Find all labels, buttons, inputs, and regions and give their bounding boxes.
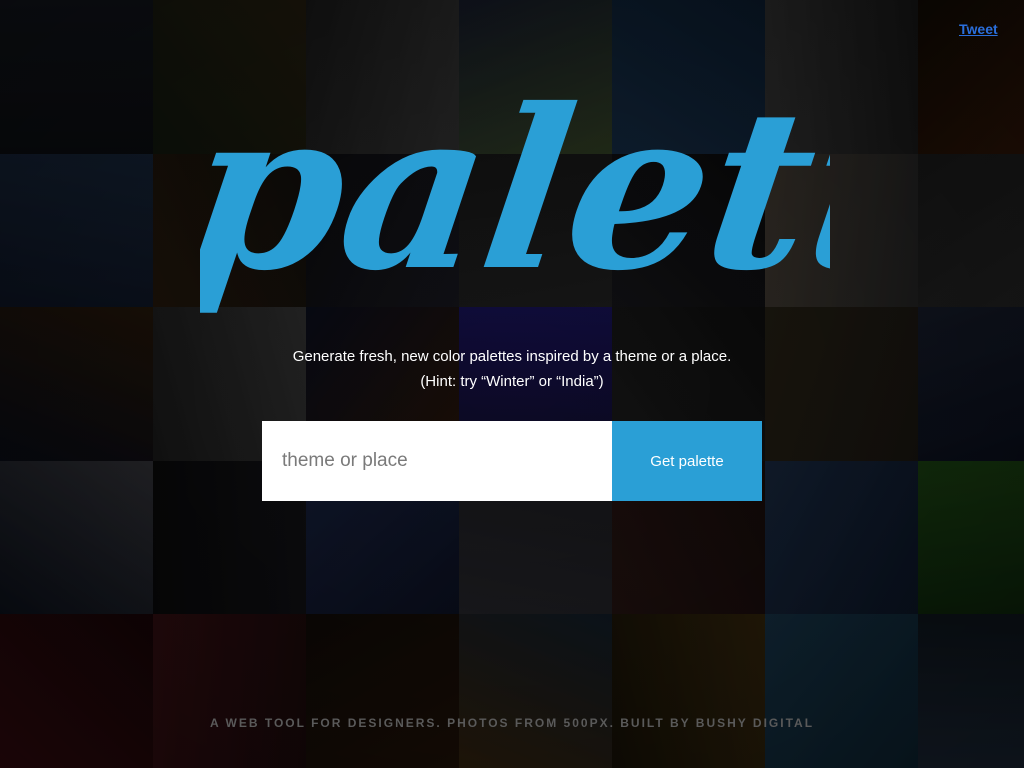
background-photo-tile	[918, 614, 1024, 768]
footer-credits: A WEB TOOL FOR DESIGNERS. PHOTOS FROM 50…	[209, 716, 815, 730]
background-photo-tile	[918, 460, 1024, 615]
background-photo-tile	[612, 614, 765, 768]
tagline-hint: (Hint: try “Winter” or “India”)	[420, 373, 604, 390]
background-photo-tile	[0, 153, 153, 308]
search-input[interactable]	[262, 421, 612, 501]
tagline-line-1: Generate fresh, new color palettes inspi…	[292, 348, 732, 365]
palettr-logo: palettr	[200, 61, 830, 320]
background-photo-tile	[0, 0, 153, 154]
search-form: Get palette	[262, 421, 762, 501]
background-photo-tile	[459, 614, 612, 768]
background-photo-tile	[918, 153, 1024, 308]
logo-text: palettr	[200, 61, 830, 320]
page: Tweet palettr Generate fresh, new color …	[0, 0, 1024, 768]
background-photo-tile	[0, 460, 153, 615]
tweet-link[interactable]: Tweet	[959, 21, 998, 37]
background-photo-tile	[0, 614, 153, 768]
tagline: Generate fresh, new color palettes inspi…	[0, 344, 1024, 394]
background-photo-tile	[306, 614, 459, 768]
get-palette-button[interactable]: Get palette	[612, 421, 762, 501]
background-photo-tile	[153, 614, 306, 768]
background-photo-tile	[765, 614, 918, 768]
background-photo-tile	[765, 460, 918, 615]
